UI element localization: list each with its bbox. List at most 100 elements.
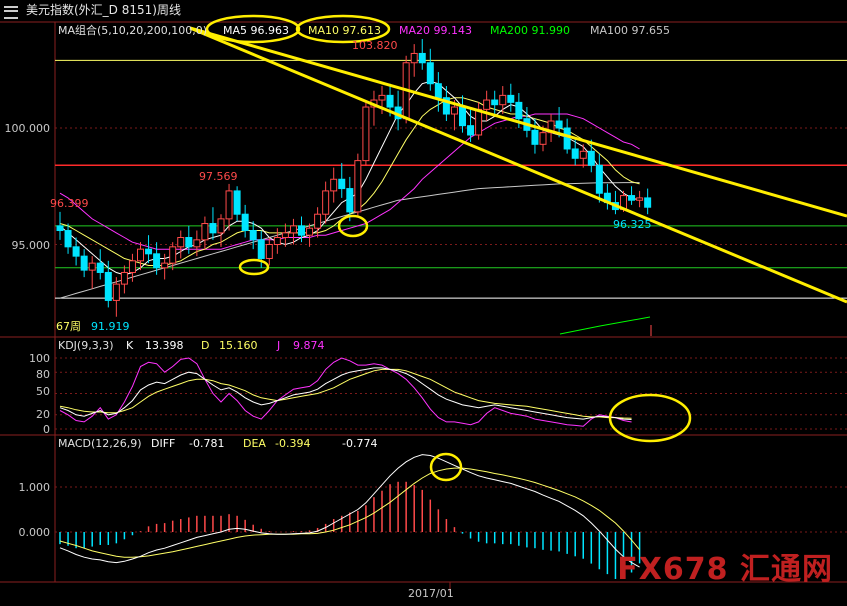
macd-label: MACD(12,26,9) — [58, 437, 142, 450]
candle-down — [298, 225, 305, 236]
candle-down — [241, 213, 249, 232]
candle-down — [64, 230, 72, 248]
macd-diff-value: -0.781 — [189, 437, 225, 450]
candle-down — [209, 223, 217, 234]
candle-up — [137, 248, 144, 262]
candle-down — [595, 164, 603, 194]
ma20-label: MA20 99.143 — [399, 24, 472, 37]
candle-down — [145, 248, 153, 255]
annotation-left-high: 96.399 — [50, 197, 89, 210]
ma100-label: MA100 97.655 — [590, 24, 670, 37]
candle-down — [185, 237, 193, 248]
candle-down — [386, 94, 394, 108]
kdj-tick-20: 20 — [36, 408, 50, 421]
candle-down — [507, 94, 515, 103]
candle-down — [56, 225, 64, 232]
kdj-label: KDJ(9,3,3) — [58, 339, 114, 352]
watermark-logo: FX678 汇通网 — [617, 552, 833, 587]
ma10-label: MA10 97.613 — [308, 24, 381, 37]
candle-up — [120, 271, 128, 285]
kdj-tick-80: 80 — [36, 368, 50, 381]
candle-up — [410, 52, 418, 64]
candle-down — [72, 246, 80, 257]
candle-down — [491, 99, 499, 106]
candle-up — [579, 150, 587, 159]
candle-up — [225, 190, 233, 220]
candle-down — [257, 239, 265, 259]
volume-trend-line — [559, 316, 651, 335]
macd-diff-label: DIFF — [151, 437, 176, 450]
candle-up — [193, 239, 201, 248]
annotation-low: 91.919 — [91, 320, 130, 333]
ma200-label: MA200 91.990 — [490, 24, 570, 37]
candle-up — [161, 262, 169, 269]
kdj-tick-100: 100 — [29, 352, 50, 365]
chart-canvas[interactable] — [0, 0, 847, 606]
ma-group-label: MA组合(5,10,20,200,100,0) — [58, 24, 208, 37]
macd-tick-0: 0.000 — [18, 526, 51, 539]
y-tick-100: 100.000 — [4, 122, 51, 135]
candle-down — [426, 62, 434, 85]
candle-down — [644, 197, 652, 208]
candle-up — [273, 237, 281, 245]
candle-down — [587, 150, 595, 166]
highlight-ellipse-2 — [238, 258, 270, 276]
y-tick-95: 95.000 — [11, 239, 51, 252]
candle-up — [499, 94, 507, 106]
candle-up — [362, 106, 370, 162]
candle-down — [459, 106, 466, 127]
candle-down — [153, 253, 161, 269]
kdj-tick-0: 0 — [43, 423, 50, 436]
macd-value: -0.774 — [342, 437, 378, 450]
candle-up — [539, 132, 547, 145]
candle-up — [378, 94, 386, 101]
kdj-k-value: 13.398 — [145, 339, 184, 352]
candle-down — [233, 190, 241, 215]
candle-up — [483, 99, 491, 110]
x-tick-2017-01: 2017/01 — [408, 587, 454, 600]
macd-tick-1: 1.000 — [18, 481, 51, 494]
candle-up — [265, 244, 273, 259]
kdj-d-label: D — [201, 339, 210, 352]
candle-down — [628, 195, 636, 201]
channel-upper-line — [189, 26, 847, 218]
candle-up — [217, 218, 225, 234]
kdj-k-label: K — [126, 339, 134, 352]
kdj-tick-50: 50 — [36, 385, 50, 398]
candle-up — [88, 262, 96, 271]
candle-up — [322, 190, 330, 215]
candle-down — [434, 83, 442, 99]
kdj-j-line — [59, 357, 632, 427]
candle-down — [96, 262, 104, 273]
ma5-label: MA5 96.963 — [223, 24, 289, 37]
macd-dea-value: -0.394 — [275, 437, 311, 450]
kdj-d-value: 15.160 — [219, 339, 258, 352]
macd-dea-label: DEA — [243, 437, 266, 450]
candle-up — [354, 160, 362, 213]
candle-down — [249, 230, 257, 241]
candle-up — [330, 178, 338, 192]
candle-up — [169, 246, 177, 264]
candle-up — [177, 237, 185, 248]
candle-down — [338, 178, 346, 190]
candle-down — [346, 188, 354, 213]
candle-up — [450, 106, 458, 115]
annotation-mid-high: 97.569 — [199, 170, 238, 183]
candle-up — [112, 283, 120, 301]
candle-up — [201, 223, 209, 241]
candle-up — [306, 227, 314, 236]
candle-down — [531, 129, 539, 145]
candle-down — [563, 127, 571, 150]
annotation-high: 103.820 — [352, 39, 398, 52]
annotation-last-low: 96.325 — [613, 218, 652, 231]
kdj-j-value: 9.874 — [293, 339, 325, 352]
kdj-j-label: J — [277, 339, 281, 352]
candle-down — [467, 125, 475, 136]
candle-up — [281, 232, 289, 239]
candle-up — [128, 260, 136, 273]
highlight-ellipse-macd — [429, 452, 463, 482]
candle-up — [314, 213, 322, 229]
period-label: 67周 — [56, 320, 81, 333]
candle-down — [104, 271, 112, 301]
candle-up — [289, 225, 297, 234]
